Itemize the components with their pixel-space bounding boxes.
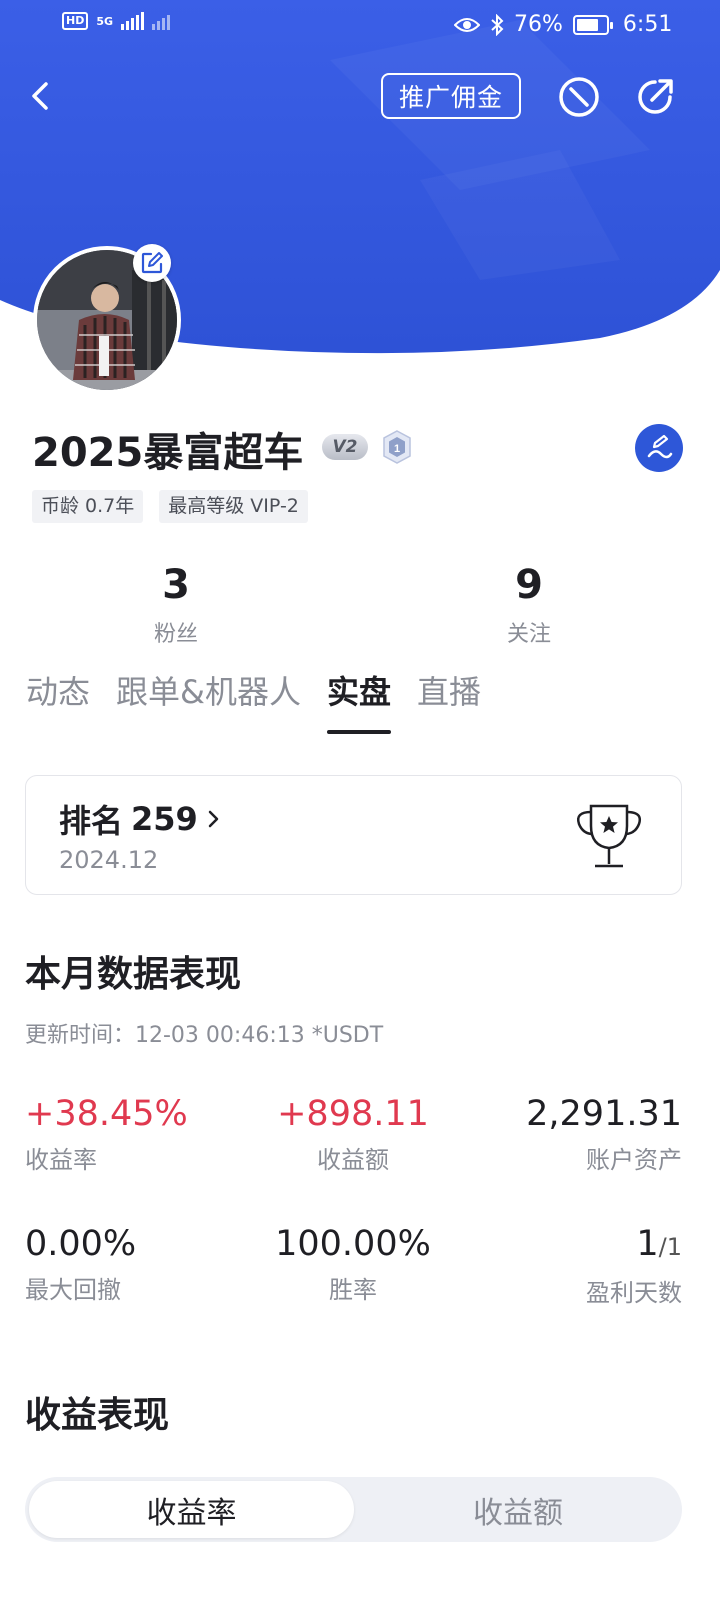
status-bar: HD 5G 76% 6:51 [0, 0, 720, 50]
update-time: 更新时间：12-03 00:46:13 *USDT [25, 1023, 384, 1048]
toggle-profit-amount[interactable]: 收益额 [354, 1477, 682, 1542]
tab-live-account-label: 实盘 [326, 673, 391, 711]
followers-stat[interactable]: 3 粉丝 [106, 560, 246, 648]
share-icon [638, 79, 673, 114]
clock: 6:51 [622, 12, 673, 37]
signal-secondary-icon [152, 12, 171, 30]
monthly-section-title: 本月数据表现 [25, 954, 242, 995]
following-stat[interactable]: 9 关注 [459, 560, 599, 648]
profit-amount-value: +898.11 [277, 1094, 429, 1134]
avatar-edit-button[interactable] [133, 244, 171, 282]
metric-profit-days: 1/1 盈利天数 [462, 1222, 682, 1308]
level-badge-number: 1 [394, 443, 400, 455]
profit-days-count: 1 [636, 1224, 659, 1264]
vip-badge: V2 [322, 434, 368, 460]
edit-signature-button[interactable] [635, 424, 683, 472]
tab-posts[interactable]: 动态 [26, 670, 90, 740]
return-rate-value: +38.45% [25, 1094, 188, 1134]
username: 2025暴富超车 [32, 430, 304, 476]
profile-tabs: 动态 跟单&机器人 实盘 直播 [26, 670, 507, 740]
following-label: 关注 [506, 622, 551, 647]
followers-label: 粉丝 [153, 622, 198, 647]
performance-toggle: 收益率 收益额 [25, 1477, 682, 1542]
profit-days-value: 1/1 [462, 1222, 682, 1269]
return-rate-label: 收益率 [25, 1146, 97, 1174]
max-drawdown-value: 0.00% [25, 1224, 137, 1264]
rank-title: 排名 259 [59, 796, 222, 842]
rank-card[interactable]: 排名 259 2024.12 [25, 775, 682, 895]
followers-count: 3 [162, 562, 190, 608]
chevron-right-icon [208, 810, 219, 828]
network-type: 5G [96, 14, 114, 28]
rank-period: 2024.12 [59, 846, 159, 874]
account-assets-value: 2,291.31 [526, 1094, 682, 1134]
battery-percent: 76% [514, 12, 563, 37]
tab-livestream[interactable]: 直播 [417, 670, 481, 740]
following-count: 9 [515, 562, 543, 608]
battery-level [576, 18, 598, 31]
max-drawdown-label: 最大回撤 [25, 1276, 121, 1304]
signature-edit-icon [647, 434, 673, 459]
profit-amount-label: 收益额 [317, 1146, 389, 1174]
profit-days-total: /1 [658, 1233, 682, 1261]
status-left: HD 5G [62, 12, 171, 30]
block-user-button[interactable] [556, 74, 602, 120]
win-rate-label: 胜率 [329, 1276, 377, 1304]
hd-badge: HD [62, 12, 89, 30]
block-icon [559, 77, 599, 117]
metric-max-drawdown: 0.00% 最大回撤 [25, 1222, 245, 1305]
rank-number: 259 [131, 800, 198, 838]
battery-icon [572, 14, 613, 35]
back-button[interactable] [22, 76, 62, 116]
metric-win-rate: 100.00% 胜率 [243, 1222, 463, 1305]
level-badge: 1 [382, 430, 412, 464]
eye-icon [454, 17, 480, 32]
account-assets-label: 账户资产 [586, 1146, 682, 1174]
active-tab-indicator [326, 730, 391, 734]
profile-tags: 币龄 0.7年 最高等级 VIP-2 [32, 490, 308, 523]
coin-age-tag: 币龄 0.7年 [32, 490, 144, 523]
promo-commission-button[interactable]: 推广佣金 [381, 73, 521, 119]
profit-days-label: 盈利天数 [586, 1279, 682, 1307]
edit-icon [141, 252, 163, 274]
trophy-icon [577, 804, 641, 868]
toggle-return-rate[interactable]: 收益率 [29, 1481, 354, 1538]
metric-profit-amount: +898.11 收益额 [243, 1092, 463, 1175]
tab-copy-trading-bots[interactable]: 跟单&机器人 [116, 670, 301, 740]
share-button[interactable] [632, 74, 678, 120]
signal-icon [121, 12, 145, 30]
win-rate-value: 100.00% [275, 1224, 431, 1264]
metric-account-assets: 2,291.31 账户资产 [462, 1092, 682, 1175]
performance-section-title: 收益表现 [25, 1395, 170, 1436]
bluetooth-icon [491, 13, 504, 36]
tab-live-account[interactable]: 实盘 [326, 670, 391, 740]
back-arrow-icon [32, 82, 48, 110]
metric-return-rate: +38.45% 收益率 [25, 1092, 245, 1175]
max-vip-tag: 最高等级 VIP-2 [159, 490, 308, 523]
rank-label: 排名 [59, 802, 124, 840]
